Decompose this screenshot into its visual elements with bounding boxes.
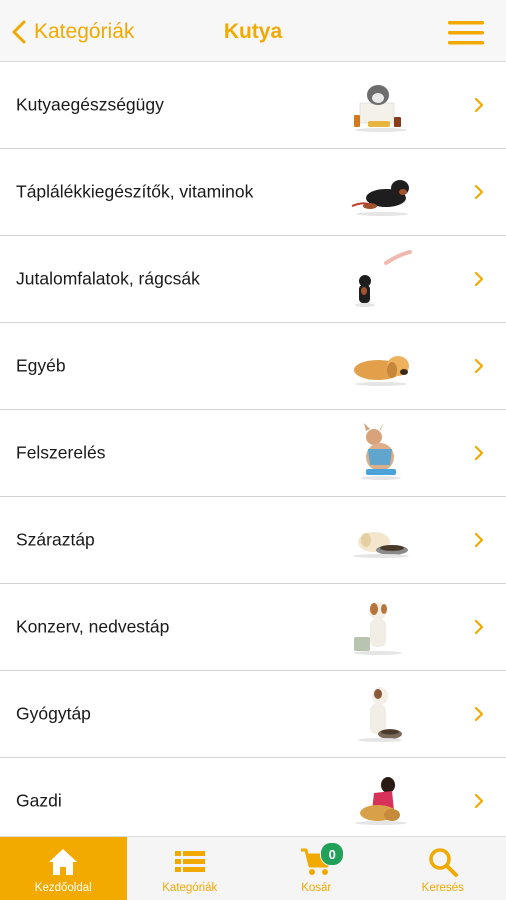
- category-label: Táplálékkiegészítők, vitaminok: [16, 181, 254, 202]
- category-label: Száraztáp: [16, 529, 95, 550]
- hamburger-menu-icon: [448, 21, 484, 45]
- cart-count-badge: 0: [320, 842, 345, 866]
- chevron-right-icon: [474, 184, 484, 200]
- page-title: Kutya: [223, 20, 283, 43]
- category-label: Kutyaegészségügy: [16, 94, 164, 115]
- category-label: Felszerelés: [16, 442, 106, 463]
- tab-label: Keresés: [421, 882, 464, 894]
- chevron-right-icon: [474, 97, 484, 113]
- category-row-taplalekkiegeszitok[interactable]: Táplálékkiegészítők, vitaminok: [0, 149, 506, 236]
- category-image: [348, 336, 414, 396]
- category-row-gyogytap[interactable]: Gyógytáp: [0, 671, 506, 758]
- category-label: Gazdi: [16, 790, 62, 811]
- search-icon: [426, 846, 460, 878]
- category-image: [348, 597, 414, 657]
- category-image: [348, 162, 414, 222]
- category-list: Kutyaegészségügy Táplálékkiegészítők, vi…: [0, 62, 506, 845]
- tab-label: Kezdőoldal: [34, 882, 92, 894]
- category-image: [348, 75, 414, 135]
- chevron-right-icon: [474, 445, 484, 461]
- tab-kereses[interactable]: Keresés: [380, 837, 506, 900]
- hamburger-menu-button[interactable]: [448, 20, 484, 46]
- category-image: [348, 771, 414, 831]
- list-icon: [173, 846, 207, 878]
- home-icon: [46, 846, 80, 878]
- category-label: Jutalomfalatok, rágcsák: [16, 268, 200, 289]
- tab-kezdooldal[interactable]: Kezdőoldal: [0, 837, 127, 900]
- category-image: [348, 249, 414, 309]
- cart-icon: 0: [299, 842, 345, 878]
- category-image: [348, 684, 414, 744]
- category-label: Gyógytáp: [16, 703, 91, 724]
- chevron-right-icon: [474, 619, 484, 635]
- category-row-felszereles[interactable]: Felszerelés: [0, 410, 506, 497]
- tab-kategoriak[interactable]: Kategóriák: [127, 837, 254, 900]
- category-row-gazdi[interactable]: Gazdi: [0, 758, 506, 845]
- category-row-szaraztap[interactable]: Száraztáp: [0, 497, 506, 584]
- tab-label: Kosár: [301, 882, 332, 894]
- category-image: [348, 510, 414, 570]
- category-label: Egyéb: [16, 355, 66, 376]
- chevron-right-icon: [474, 358, 484, 374]
- category-row-kutyaegeszsegugy[interactable]: Kutyaegészségügy: [0, 62, 506, 149]
- category-label: Konzerv, nedvestáp: [16, 616, 170, 637]
- category-row-konzerv[interactable]: Konzerv, nedvestáp: [0, 584, 506, 671]
- top-navigation-bar: Kategóriák Kutya: [0, 0, 506, 62]
- category-row-egyeb[interactable]: Egyéb: [0, 323, 506, 410]
- chevron-right-icon: [474, 706, 484, 722]
- chevron-right-icon: [474, 271, 484, 287]
- tab-kosar[interactable]: 0 Kosár: [253, 837, 380, 900]
- tab-label: Kategóriák: [162, 882, 218, 894]
- chevron-right-icon: [474, 532, 484, 548]
- category-image: [348, 423, 414, 483]
- chevron-right-icon: [474, 793, 484, 809]
- category-row-jutalomfalatok[interactable]: Jutalomfalatok, rágcsák: [0, 236, 506, 323]
- bottom-tab-bar: Kezdőoldal Kategóriák 0 Kosár Keresés: [0, 836, 506, 900]
